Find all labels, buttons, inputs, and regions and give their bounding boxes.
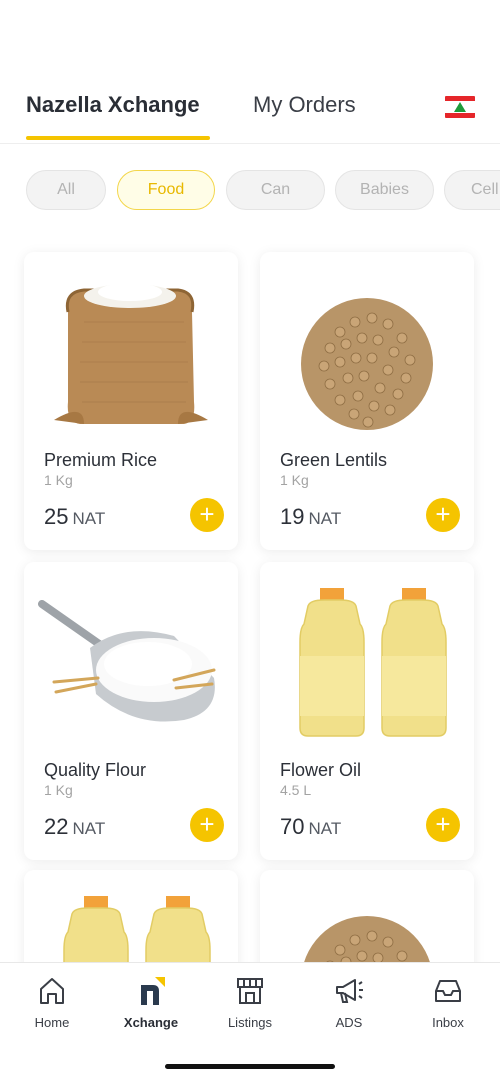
product-weight: 1 Kg <box>44 472 73 488</box>
megaphone-icon <box>336 979 363 1003</box>
inbox-icon <box>435 980 461 1002</box>
flour-scoop-icon <box>38 600 216 722</box>
lentils-icon <box>301 298 433 430</box>
add-to-cart-button[interactable]: + <box>426 498 460 532</box>
add-to-cart-button[interactable]: + <box>426 808 460 842</box>
nav-label: ADS <box>335 1015 363 1030</box>
rice-sack-icon <box>54 283 208 424</box>
nav-label: Inbox <box>432 1015 464 1030</box>
add-to-cart-button[interactable]: + <box>190 498 224 532</box>
nav-label: Home <box>34 1015 70 1030</box>
xchange-icon <box>141 977 165 1005</box>
add-to-cart-button[interactable]: + <box>190 808 224 842</box>
home-icon <box>40 978 64 1004</box>
nav-xchange[interactable]: Xchange <box>101 975 201 1045</box>
product-card[interactable]: Flower Oil 4.5 L 70 NAT + <box>260 562 474 860</box>
product-weight: 1 Kg <box>280 472 309 488</box>
product-price: 19 NAT <box>280 504 342 529</box>
product-weight: 4.5 L <box>280 782 312 798</box>
product-price: 25 NAT <box>44 504 106 529</box>
product-name: Green Lentils <box>280 450 388 470</box>
nav-label: Listings <box>227 1015 273 1030</box>
product-price: 70 NAT <box>280 814 342 839</box>
nav-home[interactable]: Home <box>2 975 102 1045</box>
home-indicator <box>165 1064 335 1069</box>
product-card[interactable]: Green Lentils 1 Kg 19 NAT + <box>260 252 474 550</box>
product-card[interactable]: Premium Rice 1 Kg 25 NAT + <box>24 252 238 550</box>
product-name: Flower Oil <box>280 760 362 780</box>
nav-ads[interactable]: ADS <box>299 975 399 1045</box>
store-icon <box>237 978 263 1004</box>
product-card[interactable]: Quality Flour 1 Kg 22 NAT + <box>24 562 238 860</box>
product-price: 22 NAT <box>44 814 106 839</box>
nav-label: Xchange <box>123 1015 179 1030</box>
product-grid: Premium Rice 1 Kg 25 NAT + Green Lentils … <box>0 0 500 1084</box>
product-name: Premium Rice <box>44 450 158 470</box>
product-weight: 1 Kg <box>44 782 73 798</box>
nav-inbox[interactable]: Inbox <box>398 975 498 1045</box>
oil-bottles-icon <box>299 588 447 737</box>
product-name: Quality Flour <box>44 760 147 780</box>
nav-listings[interactable]: Listings <box>200 975 300 1045</box>
